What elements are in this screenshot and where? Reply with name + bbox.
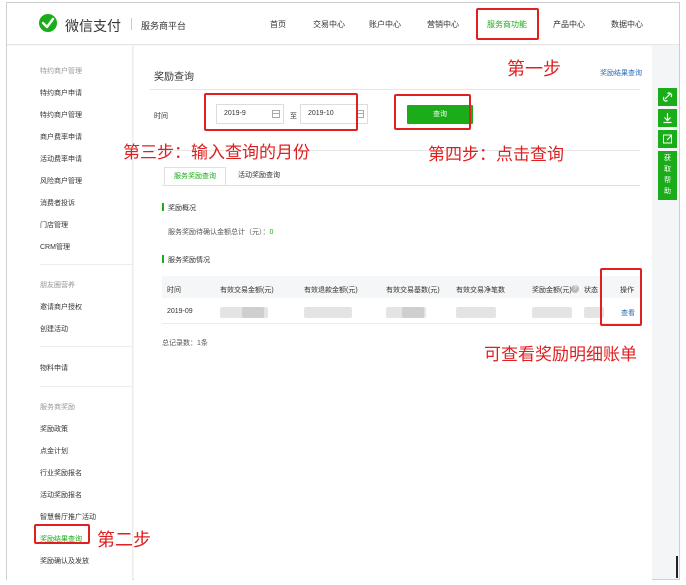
annotation-step1: 第一步 xyxy=(507,59,561,80)
th-refund-amount: 有效退款金额(元) xyxy=(304,287,358,294)
sidebar-item-invite-auth[interactable]: 邀请商户授权 xyxy=(40,302,82,312)
sidebar-item-smart-restaurant[interactable]: 智慧餐厅推广活动 xyxy=(40,512,96,522)
sidebar-group-rewards: 服务商奖励 xyxy=(40,404,75,411)
tab-underline xyxy=(162,185,640,186)
wechat-pay-logo xyxy=(39,14,57,32)
help-text: 获取帮助 xyxy=(664,155,671,195)
redacted-cell xyxy=(532,307,572,318)
annotation-detail-note: 可查看奖励明细账单 xyxy=(484,345,637,365)
cell-time: 2019-09 xyxy=(167,308,193,315)
redacted-cell xyxy=(456,307,496,318)
sidebar-item-risk-merchant[interactable]: 风险商户管理 xyxy=(40,176,82,186)
download-icon[interactable] xyxy=(658,109,677,127)
th-reward-amount: 奖励金额(元) xyxy=(532,287,572,294)
sidebar-item-merchant-manage[interactable]: 特约商户管理 xyxy=(40,110,82,120)
sidebar-group-merchant: 特约商户管理 xyxy=(40,68,82,75)
section-marker xyxy=(162,255,164,263)
sidebar-item-activity-fee[interactable]: 活动费率申请 xyxy=(40,154,82,164)
sidebar-item-industry-reward[interactable]: 行业奖励报名 xyxy=(40,468,82,478)
redacted-cell xyxy=(242,307,264,318)
help-icon[interactable]: ? xyxy=(571,285,579,293)
sidebar: 特约商户管理 特约商户申请 特约商户管理 商户费率申请 活动费率申请 风险商户管… xyxy=(7,46,133,580)
brand-name: 微信支付 xyxy=(65,18,121,34)
floating-toolbar: 获取帮助 xyxy=(658,88,677,200)
link-icon[interactable] xyxy=(658,88,677,106)
nav-home[interactable]: 首页 xyxy=(270,19,286,30)
platform-name: 服务商平台 xyxy=(141,21,187,31)
redacted-cell xyxy=(402,307,424,318)
annotation-step2: 第二步 xyxy=(97,530,151,551)
tab-service-reward[interactable]: 服务奖励查询 xyxy=(164,167,226,186)
sidebar-item-crm[interactable]: CRM管理 xyxy=(40,242,70,252)
details-title: 服务奖励情况 xyxy=(168,257,210,264)
summary-value: 0 xyxy=(269,229,274,236)
annotation-box-nav xyxy=(476,8,539,40)
sidebar-item-gold-plan[interactable]: 点金计划 xyxy=(40,446,68,456)
text-cursor xyxy=(676,556,678,578)
reward-result-link[interactable]: 奖励结果查询 xyxy=(600,68,642,78)
annotation-box-sidebar xyxy=(34,524,90,544)
annotation-box-dates xyxy=(204,93,358,131)
sidebar-item-reward-confirm[interactable]: 奖励确认及发放 xyxy=(40,556,89,566)
top-navbar: 微信支付 服务商平台 首页 交易中心 账户中心 营销中心 服务商功能 产品中心 … xyxy=(7,3,679,45)
th-time: 时间 xyxy=(167,287,181,294)
sidebar-item-fee-apply[interactable]: 商户费率申请 xyxy=(40,132,82,142)
sidebar-item-materials[interactable]: 物料申请 xyxy=(40,363,68,373)
annotation-box-action xyxy=(600,268,642,326)
overview-title: 奖励概况 xyxy=(168,205,196,212)
title-divider xyxy=(150,89,640,90)
th-net-count: 有效交易净笔数 xyxy=(456,287,505,294)
annotation-step3: 第三步：输入查询的月份 xyxy=(123,143,310,163)
sidebar-divider xyxy=(40,346,133,347)
edit-icon[interactable] xyxy=(658,130,677,148)
annotation-box-query xyxy=(394,94,471,130)
summary-label: 服务奖励待确认金额总计（元）： xyxy=(168,229,270,236)
brand-divider xyxy=(131,18,132,30)
sidebar-item-stores[interactable]: 门店管理 xyxy=(40,220,68,230)
nav-products[interactable]: 产品中心 xyxy=(553,19,585,30)
sidebar-item-merchant-apply[interactable]: 特约商户申请 xyxy=(40,88,82,98)
th-status: 状态 xyxy=(584,287,598,294)
get-help-button[interactable]: 获取帮助 xyxy=(658,151,677,200)
time-label: 时间 xyxy=(154,113,168,120)
summary-text: 服务奖励待确认金额总计（元）：0 xyxy=(168,227,273,237)
nav-transactions[interactable]: 交易中心 xyxy=(313,19,345,30)
tab-activity-reward[interactable]: 活动奖励查询 xyxy=(228,167,290,186)
nav-marketing[interactable]: 营销中心 xyxy=(427,19,459,30)
sidebar-item-reward-policy[interactable]: 奖励政策 xyxy=(40,424,68,434)
th-trade-amount: 有效交易金额(元) xyxy=(220,287,274,294)
sidebar-group-moments: 朋友圈营养 xyxy=(40,282,75,289)
sidebar-item-complaints[interactable]: 消费者投诉 xyxy=(40,198,75,208)
redacted-cell xyxy=(304,307,352,318)
app-window: 微信支付 服务商平台 首页 交易中心 账户中心 营销中心 服务商功能 产品中心 … xyxy=(6,2,680,580)
page-title: 奖励查询 xyxy=(154,72,194,83)
th-trade-base: 有效交易基数(元) xyxy=(386,287,440,294)
sidebar-divider xyxy=(40,386,133,387)
sidebar-item-activity-reward[interactable]: 活动奖励报名 xyxy=(40,490,82,500)
nav-data[interactable]: 数据中心 xyxy=(611,19,643,30)
sidebar-divider xyxy=(40,264,133,265)
section-marker xyxy=(162,203,164,211)
sidebar-item-create-activity[interactable]: 创建活动 xyxy=(40,324,68,334)
nav-account[interactable]: 账户中心 xyxy=(369,19,401,30)
table-row-divider xyxy=(162,323,640,324)
annotation-step4: 第四步：点击查询 xyxy=(428,145,564,165)
total-records: 总记录数：1条 xyxy=(162,340,208,347)
